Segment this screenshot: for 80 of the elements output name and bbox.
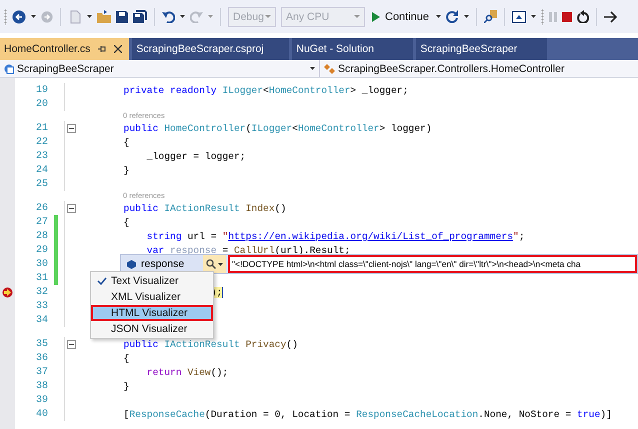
menu-item[interactable]: XML Visualizer xyxy=(91,289,213,305)
caret-icon[interactable] xyxy=(31,15,36,18)
close-icon[interactable] xyxy=(114,45,122,53)
line-number: 34 xyxy=(34,314,48,326)
line-number: 36 xyxy=(34,352,48,364)
line-number: 20 xyxy=(34,98,48,110)
caret-icon[interactable] xyxy=(180,15,185,18)
caret-icon[interactable] xyxy=(464,15,470,18)
line-number: 31 xyxy=(34,272,48,284)
document-tab[interactable]: NuGet - Solution xyxy=(292,38,414,60)
code-line: _logger = logger; xyxy=(146,150,246,162)
code-line: public HomeController(ILogger<HomeController> logger) xyxy=(122,122,432,134)
search-icon xyxy=(206,259,216,269)
line-number: 28 xyxy=(34,230,48,242)
line-number: 38 xyxy=(34,380,48,392)
line-number: 26 xyxy=(34,202,48,214)
find-icon[interactable] xyxy=(484,10,498,23)
caret-icon[interactable] xyxy=(531,15,536,18)
code-line: public IActionResult Privacy() xyxy=(122,338,298,350)
line-number: 37 xyxy=(34,366,48,378)
collapse-icon[interactable] xyxy=(67,124,76,132)
save-all-icon[interactable] xyxy=(133,10,147,23)
screen-icon[interactable] xyxy=(512,10,526,22)
toolbar-grip[interactable] xyxy=(541,8,544,24)
menu-item[interactable]: JSON Visualizer xyxy=(91,321,213,337)
arrow-right-icon[interactable] xyxy=(604,10,618,22)
caret-icon[interactable] xyxy=(87,15,92,18)
document-tab[interactable]: ScrapingBeeScraper.csproj xyxy=(132,38,290,60)
line-number: 32 xyxy=(34,286,48,298)
code-line: { xyxy=(122,216,130,228)
code-line: return View(); xyxy=(146,366,228,378)
save-icon[interactable] xyxy=(116,10,128,22)
line-number: 30 xyxy=(34,258,48,270)
line-number: 25 xyxy=(34,178,48,190)
folder-icon[interactable] xyxy=(97,10,111,23)
code-line: { xyxy=(122,136,130,148)
document-tab[interactable]: ScrapingBeeScraper xyxy=(416,38,548,60)
code-line: public IActionResult Index() xyxy=(122,202,286,214)
visualizer-button[interactable] xyxy=(203,255,226,273)
continue-button[interactable]: Continue xyxy=(370,10,432,22)
line-number: 19 xyxy=(34,84,48,96)
variable-name: response xyxy=(141,257,186,272)
stop-icon[interactable] xyxy=(562,12,572,22)
pin-icon[interactable] xyxy=(98,45,106,53)
line-number: 29 xyxy=(34,244,48,256)
line-number: 27 xyxy=(34,216,48,228)
play-icon xyxy=(372,12,380,22)
code-line: var response = CallUrl(url).Result; xyxy=(146,244,350,256)
code-line: } xyxy=(122,164,130,176)
menu-item[interactable]: Text Visualizer xyxy=(91,273,213,289)
line-number: 39 xyxy=(34,394,48,406)
refresh-icon[interactable] xyxy=(446,10,460,23)
line-number: 22 xyxy=(34,136,48,148)
line-number: 40 xyxy=(34,408,48,420)
collapse-icon[interactable] xyxy=(67,340,76,348)
variable-icon xyxy=(127,260,136,268)
line-number: 35 xyxy=(34,338,48,350)
code-line: [ResponseCache(Duration = 0, Location = ResponseCacheLocation.None, NoStore = true)] xyxy=(122,408,612,420)
line-number: 21 xyxy=(34,122,48,134)
collapse-icon[interactable] xyxy=(67,204,76,212)
line-number: 33 xyxy=(34,300,48,312)
line-number: 23 xyxy=(34,150,48,162)
code-line: { xyxy=(122,352,130,364)
caret-icon[interactable] xyxy=(436,15,442,18)
back-icon[interactable] xyxy=(12,10,26,24)
menu-item[interactable]: HTML Visualizer xyxy=(91,305,213,321)
code-line: } xyxy=(122,380,130,392)
line-number: 24 xyxy=(34,164,48,176)
caret-icon xyxy=(310,67,315,70)
member-dropdown[interactable]: ScrapingBeeScraper.Controllers.HomeController xyxy=(320,60,564,77)
variable-value: "<!DOCTYPE html>\n<html class=\"client-nojs\" lang=\"en\" dir=\"ltr\">\n<head>\n<meta cha xyxy=(228,255,637,273)
document-tab[interactable]: HomeController.cs xyxy=(0,38,130,60)
class-icon xyxy=(324,64,335,74)
code-line: string url = "https://en.wikipedia.org/wiki/List_of_programmers"; xyxy=(146,230,525,242)
project-dropdown[interactable]: ScrapingBeeScraper xyxy=(0,60,320,77)
code-line: private readonly ILogger<HomeController> _logger; xyxy=(122,84,408,96)
toolbar-grip[interactable] xyxy=(4,8,7,24)
undo-icon[interactable] xyxy=(162,10,175,23)
caret-icon xyxy=(218,262,223,266)
restart-icon[interactable] xyxy=(577,10,590,23)
